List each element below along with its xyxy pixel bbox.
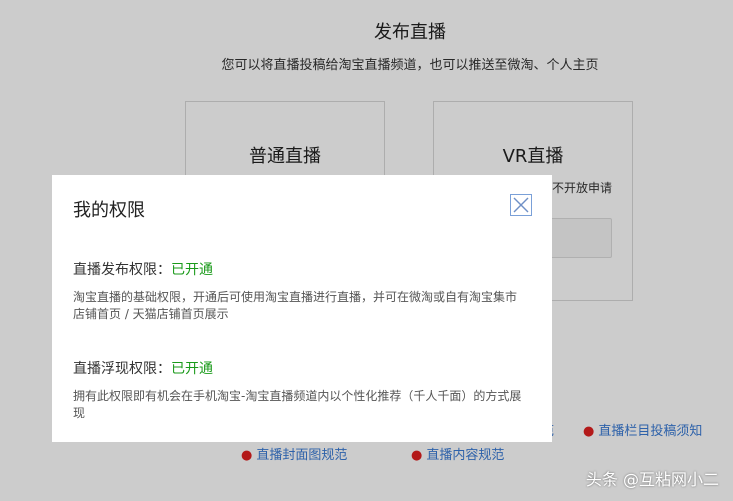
close-icon bbox=[513, 197, 529, 213]
watermark: 头条 @互粘网小二 bbox=[585, 470, 719, 489]
publish-permission-description: 淘宝直播的基础权限，开通后可使用淘宝直播进行直播，并可在微淘或自有淘宝集市店铺首… bbox=[73, 290, 518, 321]
publish-permission-row: 直播发布权限：已开通 bbox=[73, 259, 213, 279]
float-permission-label: 直播浮现权限： bbox=[73, 361, 171, 377]
float-permission-row: 直播浮现权限：已开通 bbox=[73, 358, 213, 378]
publish-permission-label: 直播发布权限： bbox=[73, 262, 171, 278]
publish-permission-status: 已开通 bbox=[171, 262, 213, 278]
permissions-dialog: 我的权限 直播发布权限：已开通 淘宝直播的基础权限，开通后可使用淘宝直播进行直播… bbox=[52, 175, 552, 442]
dialog-title: 我的权限 bbox=[73, 200, 145, 221]
float-permission-description: 拥有此权限即有机会在手机淘宝-淘宝直播频道内以个性化推荐（千人千面）的方式展现 bbox=[73, 389, 522, 420]
float-permission-status: 已开通 bbox=[171, 361, 213, 377]
close-button[interactable] bbox=[510, 194, 532, 216]
